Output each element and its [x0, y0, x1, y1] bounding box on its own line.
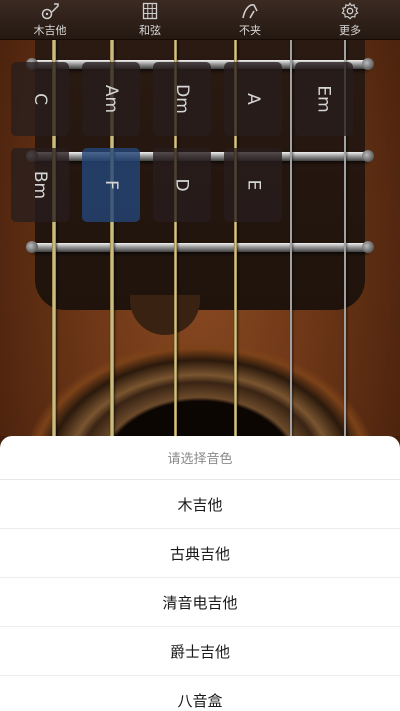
chord-label: Am — [100, 84, 121, 114]
tone-option-acoustic-guitar[interactable]: 木吉他 — [0, 480, 400, 529]
chord-button-e[interactable]: E — [224, 148, 282, 222]
chord-label: Em — [314, 85, 334, 113]
chord-button-d[interactable]: D — [153, 148, 211, 222]
chord-button-f[interactable]: F — [82, 148, 140, 222]
chord-button-em[interactable]: Em — [295, 62, 353, 136]
chord-button-c[interactable]: C — [11, 62, 69, 136]
chord-button-bm[interactable]: Bm — [11, 148, 69, 222]
chord-label: D — [172, 178, 192, 192]
tab-label: 更多 — [339, 23, 361, 37]
tab-label: 和弦 — [139, 23, 161, 37]
tone-option-clean-electric-guitar[interactable]: 清音电吉他 — [0, 578, 400, 627]
tab-capo[interactable]: 不夹 — [215, 2, 285, 38]
chord-label: E — [243, 179, 263, 191]
chord-button-a[interactable]: A — [224, 62, 282, 136]
fret-3 — [26, 241, 374, 253]
chord-label: C — [30, 93, 50, 105]
sheet-title: 请选择音色 — [0, 436, 400, 480]
gear-icon — [340, 1, 360, 20]
tone-option-music-box[interactable]: 八音盒 — [0, 676, 400, 711]
tab-more[interactable]: 更多 — [315, 1, 385, 38]
chord-button-dm[interactable]: Dm — [153, 62, 211, 136]
guitar-icon — [40, 2, 60, 20]
tab-acoustic-guitar[interactable]: 木吉他 — [15, 2, 85, 38]
chord-label: F — [101, 180, 121, 190]
chord-label: Dm — [172, 84, 192, 114]
tab-label: 不夹 — [239, 23, 261, 37]
tab-chords[interactable]: 和弦 — [115, 2, 185, 38]
tone-option-classical-guitar[interactable]: 古典吉他 — [0, 529, 400, 578]
chord-label: Bm — [29, 170, 50, 200]
top-toolbar: 木吉他 和弦 不夹 更多 — [0, 0, 400, 40]
capo-icon — [240, 2, 260, 20]
tone-selection-sheet: 请选择音色 木吉他 古典吉他 清音电吉他 爵士吉他 八音盒 — [0, 436, 400, 711]
tab-label: 木吉他 — [33, 23, 67, 37]
chord-label: A — [242, 93, 263, 105]
chord-button-am[interactable]: Am — [82, 62, 140, 136]
string-2[interactable] — [290, 40, 292, 440]
chord-chart-icon — [140, 2, 160, 20]
tone-option-jazz-guitar[interactable]: 爵士吉他 — [0, 627, 400, 676]
